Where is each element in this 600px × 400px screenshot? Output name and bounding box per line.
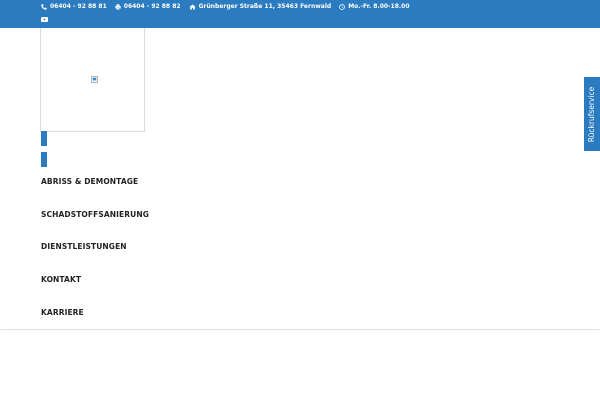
hours-info: Mo.-Fr. 8.00-18.00 xyxy=(339,3,410,10)
opening-hours: Mo.-Fr. 8.00-18.00 xyxy=(348,3,410,10)
fax-contact[interactable]: 06404 - 92 88 82 xyxy=(115,3,181,10)
contact-info-row: 06404 - 92 88 81 06404 - 92 88 82 Grünbe… xyxy=(41,3,418,10)
logo-box[interactable] xyxy=(40,28,145,132)
menu-toggle-button[interactable] xyxy=(41,131,47,146)
menu-divider xyxy=(0,329,600,330)
nav-item-schadstoffsanierung[interactable]: SCHADSTOFFSANIERUNG xyxy=(41,210,149,219)
callback-service-tab[interactable]: Rückrufservice xyxy=(584,77,600,151)
address-contact[interactable]: Grünberger Straße 11, 35463 Fernwald xyxy=(188,3,332,10)
home-icon xyxy=(188,3,196,10)
nav-item-karriere[interactable]: KARRIERE xyxy=(41,308,84,317)
phone-icon xyxy=(41,3,47,10)
address-text: Grünberger Straße 11, 35463 Fernwald xyxy=(198,3,332,10)
top-bar: 06404 - 92 88 81 06404 - 92 88 82 Grünbe… xyxy=(0,0,600,28)
nav-item-dienstleistungen[interactable]: DIENSTLEISTUNGEN xyxy=(41,242,127,251)
nav-item-abriss-demontage[interactable]: ABRISS & DEMONTAGE xyxy=(41,177,138,186)
clock-icon xyxy=(339,3,346,10)
phone-number: 06404 - 92 88 81 xyxy=(50,3,107,10)
fax-icon xyxy=(115,3,121,10)
callback-service-label: Rückrufservice xyxy=(587,86,597,142)
broken-image-icon xyxy=(91,76,98,83)
fax-number: 06404 - 92 88 82 xyxy=(123,3,181,10)
submenu-toggle-button[interactable] xyxy=(41,152,47,167)
youtube-icon[interactable] xyxy=(41,17,48,22)
phone-contact[interactable]: 06404 - 92 88 81 xyxy=(41,3,107,10)
nav-item-kontakt[interactable]: KONTAKT xyxy=(41,275,81,284)
